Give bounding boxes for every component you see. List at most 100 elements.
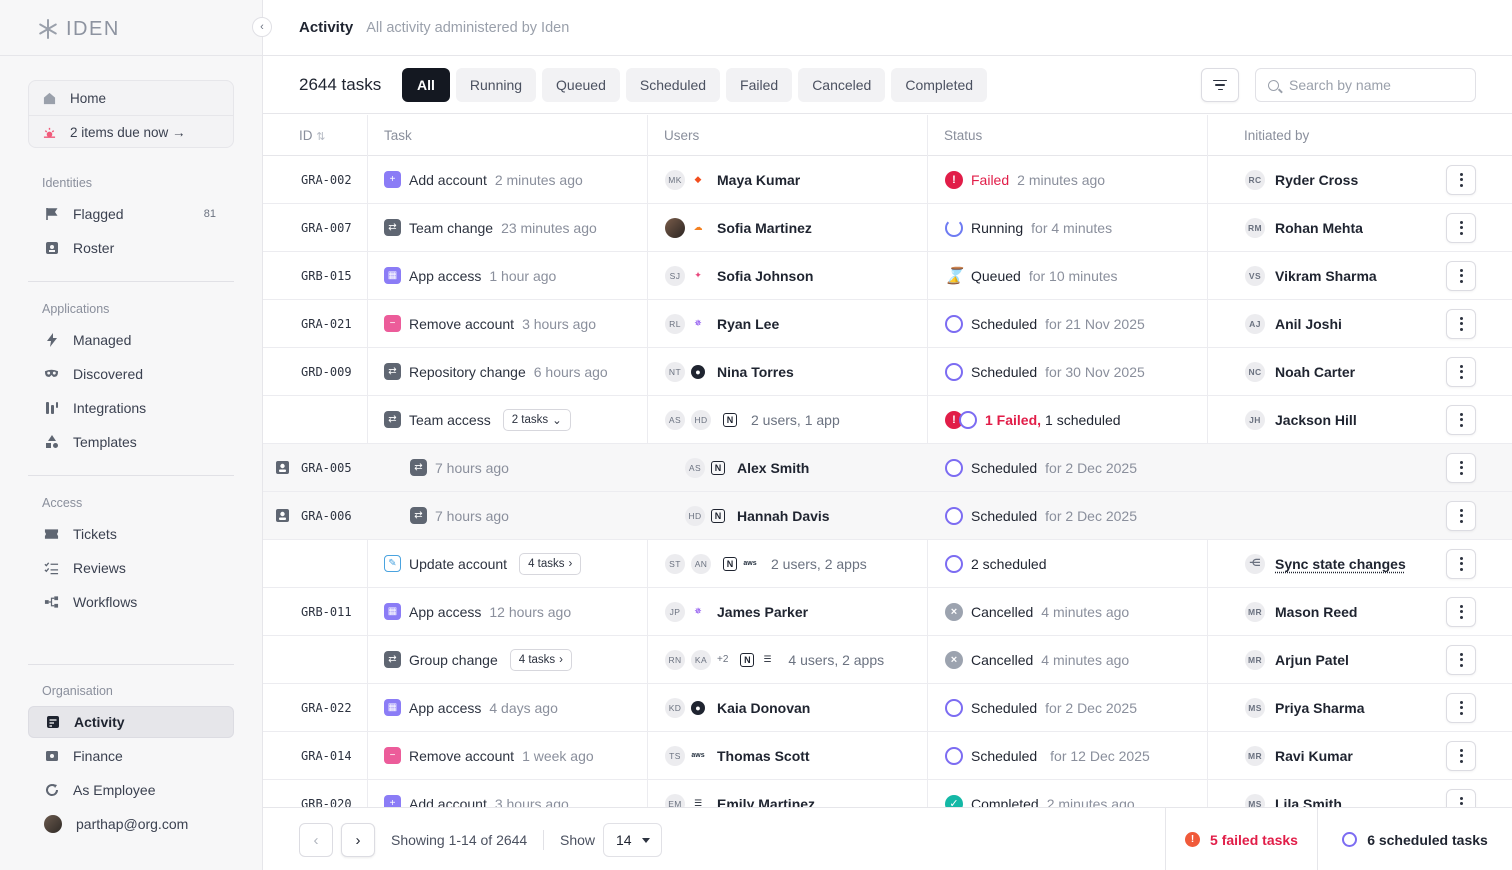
user-avatar (44, 815, 62, 833)
status-cell: ! 1 Failed, 1 scheduled (945, 396, 1121, 443)
row-menu-button[interactable] (1446, 740, 1476, 771)
task-cell: ▦ App access 12 hours ago (384, 588, 571, 635)
users-cell: RN KA +2 N ☰ 4 users, 2 apps (665, 636, 884, 683)
due-items-link[interactable]: 2 items due now → (29, 115, 233, 149)
table-row-group[interactable]: ⇄ Group change 4 tasks › RN KA +2 N ☰ 4 u… (263, 636, 1512, 684)
sidebar-item-finance[interactable]: Finance (28, 740, 234, 772)
status-cell: Scheduled for 12 Dec 2025 (945, 732, 1150, 779)
status-tabs: All Running Queued Scheduled Failed Canc… (402, 68, 988, 102)
initiator-initials-badge: VS (1245, 265, 1265, 286)
row-menu-button[interactable] (1446, 164, 1476, 195)
expand-subtasks-button[interactable]: 4 tasks › (509, 648, 573, 671)
sidebar-item-integrations[interactable]: Integrations (28, 392, 234, 424)
column-id[interactable]: ID ⇅ (299, 128, 325, 143)
row-menu-button[interactable] (1446, 548, 1476, 579)
task-id: GRA-007 (301, 220, 352, 235)
task-cell: ⇄ 7 hours ago (410, 492, 509, 539)
tab-all[interactable]: All (402, 68, 450, 102)
initiator-initials-badge: MS (1245, 697, 1265, 718)
table-row-group[interactable]: ✎ Update account 4 tasks › ST AN N aws 2 … (263, 540, 1512, 588)
row-menu-button[interactable] (1446, 308, 1476, 339)
page-subtitle: All activity administered by Iden (366, 19, 570, 36)
row-menu-button[interactable] (1446, 356, 1476, 387)
filter-button[interactable] (1201, 68, 1239, 102)
table-row[interactable]: GRA-022 ▦ App access 4 days ago KD ● Kai… (263, 684, 1512, 732)
tab-completed[interactable]: Completed (891, 68, 988, 102)
sidebar-item-roster[interactable]: Roster (28, 232, 234, 264)
table-row[interactable]: GRB-015 ▦ App access 1 hour ago SJ ✦ Sof… (263, 252, 1512, 300)
task-cell: − Remove account 3 hours ago (384, 300, 596, 347)
previous-page-button[interactable]: ‹ (299, 823, 333, 857)
pagination-summary: Showing 1-14 of 2644 (391, 832, 528, 848)
initiator-initials-badge: MS (1245, 793, 1265, 807)
sidebar-item-workflows[interactable]: Workflows (28, 586, 234, 618)
initiator-link[interactable]: Sync state changes (1275, 556, 1406, 572)
users-cell: RL ✵ Ryan Lee (665, 300, 779, 347)
tab-failed[interactable]: Failed (726, 68, 793, 102)
table-row-group[interactable]: ⇄ Team access 2 tasks ⌄ AS HD N 2 users, … (263, 396, 1512, 444)
row-menu-button[interactable] (1446, 404, 1476, 435)
table-row[interactable]: GRA-002 + Add account 2 minutes ago MK ◆… (263, 156, 1512, 204)
page-size-select[interactable]: 14 (603, 823, 662, 857)
expand-subtasks-button[interactable]: 4 tasks › (519, 552, 582, 575)
row-menu-cell (1446, 588, 1476, 635)
collapse-sidebar-button[interactable]: ‹ (252, 17, 272, 37)
remove-account-icon: − (384, 747, 401, 764)
sparkle-icon: ✵ (694, 606, 702, 616)
row-menu-button[interactable] (1446, 692, 1476, 723)
next-page-button[interactable]: › (341, 823, 375, 857)
task-name: Remove account (409, 315, 515, 332)
sidebar-item-managed[interactable]: Managed (28, 324, 234, 356)
initiator-cell: MR Mason Reed (1245, 588, 1357, 635)
sidebar: IDEN Home 2 items due now → Identities F… (0, 0, 263, 870)
sidebar-item-as-employee[interactable]: As Employee (28, 774, 234, 806)
row-menu-button[interactable] (1446, 212, 1476, 243)
figma-icon: ◆ (694, 174, 702, 184)
status-detail: 2 minutes ago (1046, 795, 1135, 808)
expand-subtasks-button[interactable]: 2 tasks ⌄ (502, 408, 571, 431)
status-detail: 4 minutes ago (1041, 603, 1130, 620)
sidebar-item-discovered[interactable]: Discovered (28, 358, 234, 390)
row-menu-cell (1446, 348, 1476, 395)
sidebar-item-templates[interactable]: Templates (28, 426, 234, 458)
table-row[interactable]: GRA-007 ⇄ Team change 23 minutes ago ☁ S… (263, 204, 1512, 252)
status-detail: for 2 Dec 2025 (1045, 507, 1138, 524)
sidebar-item-flagged[interactable]: Flagged 81 (28, 198, 234, 230)
table-row[interactable]: GRB-011 ▦ App access 12 hours ago JP ✵ J… (263, 588, 1512, 636)
sidebar-item-account[interactable]: parthap@org.com (28, 808, 234, 840)
tab-canceled[interactable]: Canceled (798, 68, 886, 102)
scheduled-alarm-icon (1342, 832, 1358, 847)
row-menu-button[interactable] (1446, 644, 1476, 675)
row-menu-button[interactable] (1446, 260, 1476, 291)
user-name: Kaia Donovan (717, 699, 811, 716)
sidebar-item-label: Workflows (73, 594, 138, 610)
tab-scheduled[interactable]: Scheduled (625, 68, 721, 102)
users-cell: MK ◆ Maya Kumar (665, 156, 800, 203)
refresh-icon (44, 783, 59, 797)
table-row[interactable]: GRA-021 − Remove account 3 hours ago RL … (263, 300, 1512, 348)
task-id: GRB-015 (301, 268, 352, 283)
queued-hourglass-icon: ⌛ (944, 267, 964, 285)
sidebar-item-reviews[interactable]: Reviews (28, 552, 234, 584)
tab-queued[interactable]: Queued (542, 68, 620, 102)
scheduled-tasks-summary[interactable]: 6 scheduled tasks (1317, 808, 1512, 870)
search-input[interactable] (1289, 77, 1459, 93)
initiator-name: Jackson Hill (1275, 411, 1357, 428)
row-menu-button[interactable] (1446, 788, 1476, 807)
user-photo-avatar (665, 217, 685, 238)
table-subrow[interactable]: GRA-006 ⇄ 7 hours ago HD N Hannah Davis … (263, 492, 1512, 540)
sidebar-item-activity[interactable]: Activity (28, 706, 234, 738)
row-menu-cell (1446, 540, 1476, 587)
table-row[interactable]: GRA-014 − Remove account 1 week ago TS a… (263, 732, 1512, 780)
failed-tasks-summary[interactable]: ! 5 failed tasks (1165, 808, 1317, 870)
row-menu-button[interactable] (1446, 500, 1476, 531)
table-row[interactable]: GRD-009 ⇄ Repository change 6 hours ago … (263, 348, 1512, 396)
row-menu-button[interactable] (1446, 452, 1476, 483)
brand-logo[interactable]: IDEN (38, 16, 120, 42)
tab-running[interactable]: Running (455, 68, 537, 102)
home-link[interactable]: Home (29, 81, 233, 115)
row-menu-button[interactable] (1446, 596, 1476, 627)
table-subrow[interactable]: GRA-005 ⇄ 7 hours ago AS N Alex Smith Sc… (263, 444, 1512, 492)
table-row[interactable]: GRB-020 + Add account 3 hours ago EM ☰ E… (263, 780, 1512, 807)
sidebar-item-tickets[interactable]: Tickets (28, 518, 234, 550)
